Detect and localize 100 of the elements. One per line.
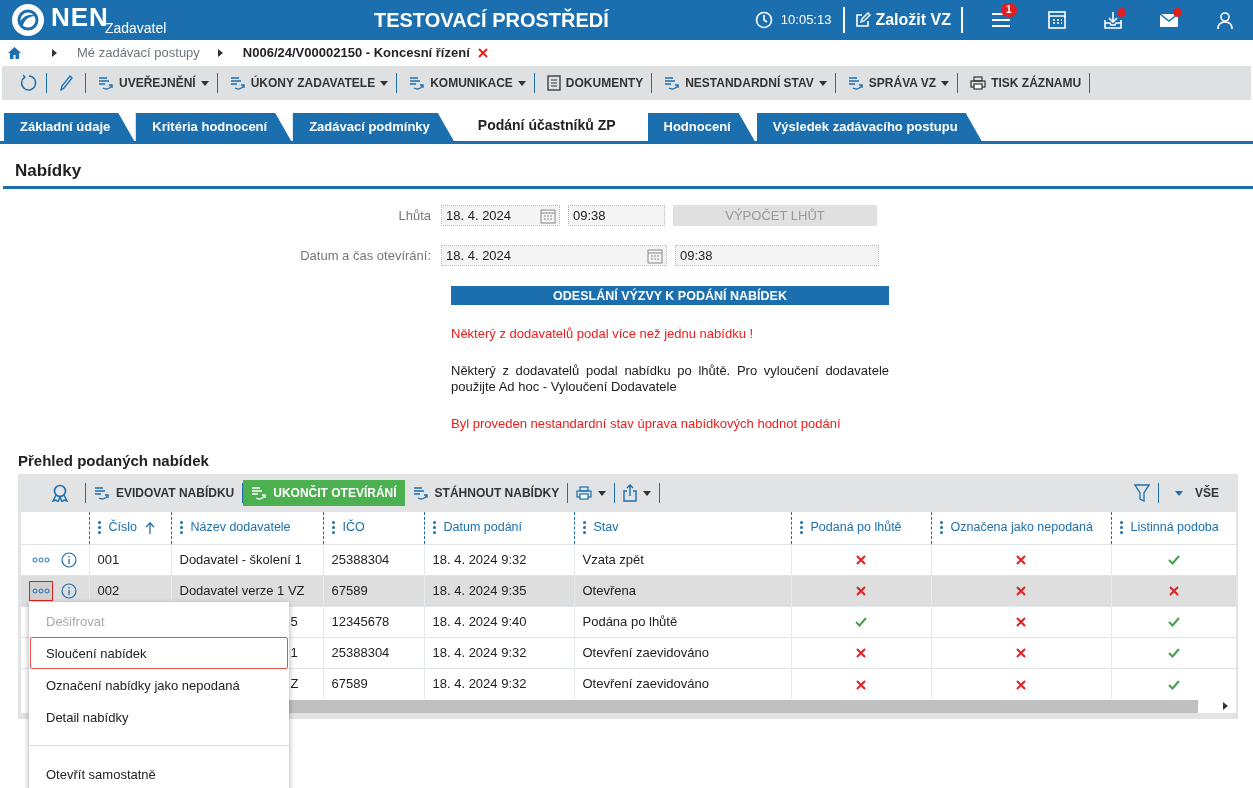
table-cell: Dodavatel - školení 1 — [179, 551, 302, 567]
table-cell: Z — [290, 676, 299, 691]
column-header[interactable]: Číslo — [97, 518, 155, 538]
tab[interactable]: Kritéria hodnocení — [135, 113, 292, 141]
clock-icon — [754, 11, 773, 29]
calendar-icon[interactable] — [647, 247, 663, 264]
calendar-icon[interactable] — [1047, 11, 1067, 29]
message-text: Byl proveden nestandardní stav úprava nabídkových hodnot podání — [451, 416, 842, 432]
kebab-icon — [939, 521, 943, 535]
column-header[interactable]: Název dodavatele — [179, 518, 291, 538]
toolbar-button[interactable]: TISK ZÁZNAMU — [958, 73, 1091, 93]
kebab-icon — [1119, 521, 1123, 535]
column-header[interactable]: Podaná po lhůtě — [799, 518, 902, 538]
table-cell: Dodavatel verze 1 VZ — [179, 582, 305, 598]
home-icon[interactable] — [8, 47, 21, 59]
table-cell: 12345678 — [331, 613, 390, 629]
printer-icon — [970, 76, 987, 90]
column-header[interactable]: Stav — [582, 518, 619, 538]
date-field[interactable]: 18. 4. 2024 — [441, 245, 667, 266]
breadcrumb-link[interactable]: N006/24/V00002150 - Koncesní řízení — [242, 43, 470, 63]
breadcrumb-link[interactable]: Mé zadávací postupy — [77, 43, 200, 63]
flow-icon — [94, 486, 110, 500]
kebab-icon — [331, 521, 335, 535]
time-field[interactable]: 09:38 — [568, 205, 665, 226]
table-cell: Otevření zaevidováno — [582, 644, 709, 660]
kebab-icon — [582, 521, 586, 535]
column-header[interactable]: Označena jako nepodaná — [939, 518, 1093, 538]
send-button[interactable]: ODESLÁNÍ VÝZVY K PODÁNÍ NABÍDEK — [451, 286, 889, 305]
menu-item[interactable]: Sloučení nabídek — [30, 636, 288, 669]
toolbar-button[interactable]: NESTANDARDNÍ STAV — [652, 73, 836, 93]
kebab-icon — [799, 521, 803, 535]
clock-time: 10:05:13 — [780, 11, 832, 30]
section-title: Nabídky — [15, 160, 83, 182]
more-icon — [32, 556, 50, 563]
user-icon[interactable] — [1215, 11, 1235, 29]
menu-icon[interactable] — [991, 11, 1011, 29]
flow-icon — [412, 486, 429, 500]
date-field[interactable]: 18. 4. 2024 — [441, 205, 560, 226]
table-cell: 25388304 — [331, 644, 390, 660]
more-icon — [32, 587, 50, 594]
table-cell: Vzata zpět — [582, 551, 644, 567]
filter-icon[interactable] — [1134, 484, 1150, 502]
table-cell: 1 — [290, 644, 298, 660]
flow-icon — [251, 486, 268, 500]
table-cell: 18. 4. 2024 9:35 — [432, 582, 527, 598]
toolbar-button[interactable]: KOMUNIKACE — [397, 73, 535, 93]
mail-icon[interactable] — [1159, 11, 1179, 29]
toolbar-button[interactable]: EVIDOVAT NABÍDKU — [86, 480, 243, 506]
flow-icon — [847, 76, 864, 90]
table-cell: 67589 — [331, 676, 368, 691]
pencil-icon — [59, 75, 73, 91]
toolbar-button[interactable]: SPRÁVA VZ — [835, 73, 959, 93]
tab[interactable]: Hodnocení — [646, 113, 755, 141]
time-field[interactable]: 09:38 — [675, 245, 879, 266]
table-cell: 18. 4. 2024 9:32 — [432, 676, 527, 691]
logo-icon — [11, 3, 45, 37]
table-cell: 18. 4. 2024 9:32 — [432, 644, 527, 660]
toolbar-button[interactable]: UVEŘEJNĚNÍ — [86, 73, 218, 93]
flow-icon — [229, 76, 246, 90]
tab[interactable]: Výsledek zadávacího postupu — [755, 113, 982, 141]
chevron-right-icon — [52, 49, 57, 57]
edit-icon — [855, 12, 872, 28]
filter-dropdown[interactable]: VŠE — [1167, 480, 1227, 506]
flow-icon — [664, 76, 681, 90]
caret-icon — [643, 490, 652, 496]
info-icon[interactable] — [61, 582, 77, 599]
tab[interactable]: Základní údaje — [3, 113, 135, 141]
message-text: Některý z dodavatelů podal nabídku po lhůtě. Pro vyloučení dodavatele použijte Ad hoc - Vyloučení Dodavatele — [451, 363, 889, 395]
share-icon — [623, 484, 638, 502]
table-cell: 5 — [290, 613, 298, 629]
printer-icon — [576, 486, 593, 500]
column-header[interactable]: IČO — [331, 518, 365, 538]
refresh-icon — [20, 74, 38, 92]
column-header[interactable]: Datum podání — [432, 518, 523, 538]
table-cell: Otevřena — [582, 582, 636, 598]
tab[interactable]: Zadávací podmínky — [292, 113, 454, 141]
create-button[interactable]: Založit VZ — [849, 7, 957, 33]
caret-icon — [1175, 490, 1183, 496]
document-icon — [546, 75, 561, 91]
award-icon[interactable] — [51, 484, 69, 502]
toolbar-button[interactable]: STÁHNOUT NABÍDKY — [404, 480, 568, 506]
more-button[interactable] — [29, 580, 53, 601]
table-cell: 18. 4. 2024 9:40 — [432, 613, 527, 629]
environment-title: TESTOVACÍ PROSTŘEDÍ — [372, 7, 610, 33]
inbox-download-icon[interactable] — [1103, 11, 1123, 29]
scroll-right-icon[interactable] — [1223, 702, 1228, 710]
message-text: Některý z dodavatelů podal více než jednu nabídku ! — [451, 326, 755, 342]
calendar-icon[interactable] — [540, 207, 556, 224]
column-header[interactable]: Listinná podoba — [1119, 518, 1219, 538]
table-cell: 001 — [97, 551, 120, 567]
flow-icon — [409, 76, 426, 90]
chevron-right-icon — [217, 49, 223, 57]
close-icon[interactable] — [477, 48, 488, 58]
field-label: Lhůta — [397, 206, 432, 225]
toolbar-button[interactable]: ÚKONY ZADAVATELE — [217, 73, 398, 93]
toolbar-button[interactable]: DOKUMENTY — [534, 73, 653, 93]
info-icon[interactable] — [61, 551, 77, 568]
kebab-icon — [179, 521, 183, 535]
table-cell: 002 — [97, 582, 120, 598]
notification-badge: 1 — [1001, 3, 1017, 17]
